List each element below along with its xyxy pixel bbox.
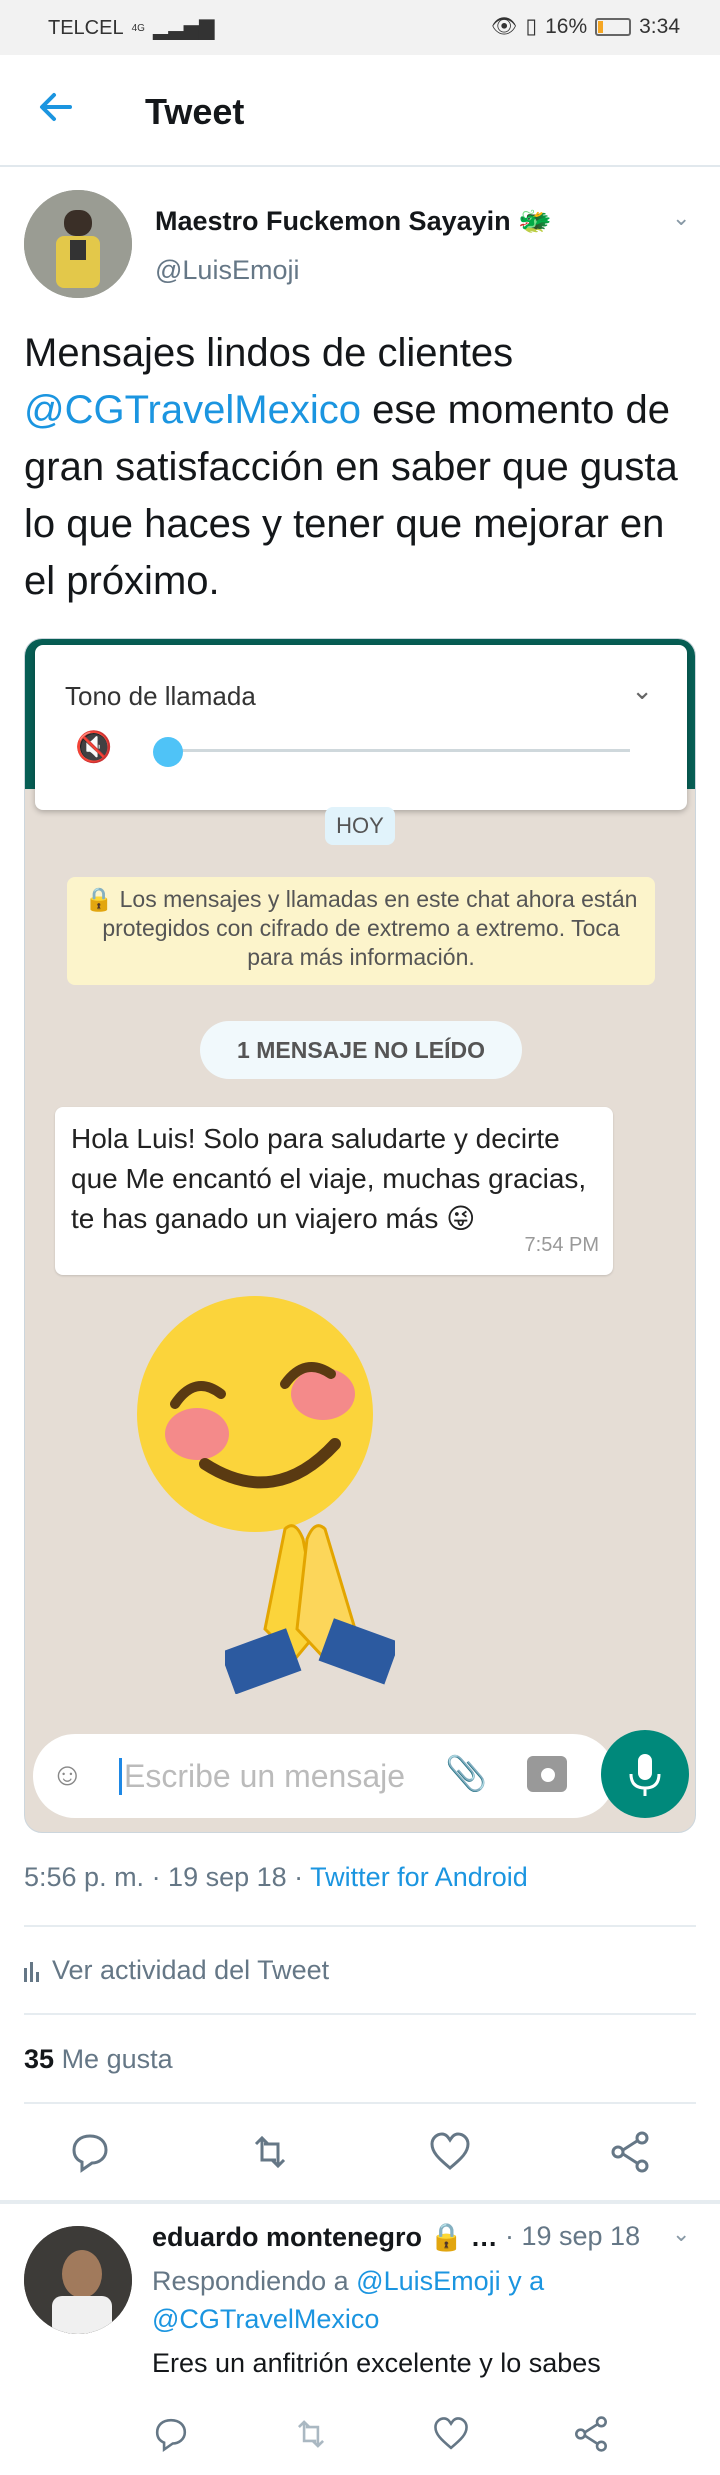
mic-button <box>601 1730 689 1818</box>
smiling-face-emoji-icon <box>137 1296 373 1532</box>
replying-prefix: Respondiendo a <box>152 2266 357 2296</box>
message-time: 7:54 PM <box>524 1234 599 1256</box>
message-input: Escribe un mensaje <box>119 1758 405 1795</box>
message-bubble: Hola Luis! Solo para saludarte y decirte… <box>55 1107 613 1275</box>
timestamp-text: 5:56 p. m. · 19 sep 18 · <box>24 1862 311 1892</box>
reply-author-name[interactable]: eduardo montenegro 🔒 … <box>152 2221 498 2253</box>
status-bar: TELCEL 4G ▂▃▅▇ 👁 ▯ 16% 3:34 <box>0 0 720 55</box>
app-header: Tweet <box>0 55 720 167</box>
ringtone-panel: Tono de llamada ⌄ 🔇 <box>35 645 687 810</box>
carrier-label: TELCEL <box>48 17 124 39</box>
section-divider <box>0 2200 720 2204</box>
signal-icon: ▂▃▅▇ <box>152 18 215 40</box>
author-handle[interactable]: @LuisEmoji <box>155 255 299 286</box>
eye-icon: 👁 <box>490 14 518 38</box>
ringtone-label: Tono de llamada <box>65 681 256 711</box>
share-icon[interactable] <box>572 2415 610 2453</box>
praying-hands-emoji-icon <box>225 1524 395 1694</box>
tweet-timestamp: 5:56 p. m. · 19 sep 18 · Twitter for And… <box>24 1862 528 1893</box>
retweet-icon[interactable] <box>248 2130 292 2174</box>
likes-count[interactable]: 35 Me gusta <box>24 2044 173 2075</box>
like-heart-icon[interactable] <box>432 2415 470 2453</box>
network-type: 4G <box>131 22 145 34</box>
likes-label: Me gusta <box>61 2044 173 2074</box>
like-heart-icon[interactable] <box>428 2130 472 2174</box>
reply-icon[interactable] <box>152 2415 190 2453</box>
chevron-down-icon[interactable]: ⌄ <box>672 2221 690 2247</box>
battery-icon <box>595 17 632 36</box>
encryption-notice: 🔒 Los mensajes y llamadas en este chat a… <box>67 877 655 985</box>
divider <box>24 2102 696 2104</box>
chevron-down-icon[interactable]: ⌄ <box>672 205 690 231</box>
divider <box>24 2013 696 2015</box>
page-title: Tweet <box>145 91 245 132</box>
unread-badge: 1 MENSAJE NO LEÍDO <box>200 1021 522 1079</box>
reply-text: Eres un anfitrión excelente y lo sabes <box>152 2348 601 2378</box>
volume-track <box>160 749 630 752</box>
battery-percent: 16% <box>545 14 588 38</box>
microphone-icon <box>629 1754 661 1796</box>
reply-icon[interactable] <box>68 2130 112 2174</box>
likes-number: 35 <box>24 2044 55 2074</box>
camera-icon <box>527 1756 567 1792</box>
back-arrow-icon[interactable] <box>34 85 78 129</box>
attachment-icon: 📎 <box>445 1755 488 1793</box>
reply-author-avatar[interactable] <box>24 2226 132 2334</box>
activity-label: Ver actividad del Tweet <box>52 1955 330 1985</box>
message-composer[interactable]: ☺ Escribe un mensaje 📎 <box>33 1734 615 1818</box>
volume-knob <box>153 737 183 767</box>
source-link[interactable]: Twitter for Android <box>310 1862 528 1892</box>
replying-to: Respondiendo a @LuisEmoji y a @CGTravelM… <box>152 2262 672 2338</box>
emoji-icon: ☺ <box>51 1756 84 1792</box>
clock: 3:34 <box>639 14 680 38</box>
vibrate-icon: ▯ <box>525 15 538 38</box>
tweet-media-image[interactable]: Tono de llamada ⌄ 🔇 HOY 🔒 Los mensajes y… <box>24 638 696 1833</box>
retweet-icon[interactable] <box>292 2415 330 2453</box>
speaker-mute-icon: 🔇 <box>75 731 113 764</box>
tweet-text: Mensajes lindos de clientes @CGTravelMex… <box>24 325 704 610</box>
author-name[interactable]: Maestro Fuckemon Sayayin 🐲 <box>155 205 552 237</box>
divider <box>24 1925 696 1927</box>
date-chip: HOY <box>325 807 395 845</box>
chevron-down-icon: ⌄ <box>631 675 653 705</box>
reply-date: · 19 sep 18 <box>505 2221 641 2251</box>
bar-chart-icon <box>24 1961 39 1982</box>
tweet-activity-link[interactable]: Ver actividad del Tweet <box>24 1955 329 1986</box>
mention-link[interactable]: @CGTravelMexico <box>24 388 361 432</box>
share-icon[interactable] <box>608 2130 652 2174</box>
author-avatar[interactable] <box>24 190 132 298</box>
tweet-text-part: Mensajes lindos de clientes <box>24 331 514 375</box>
message-text: Hola Luis! Solo para saludarte y decirte… <box>71 1123 587 1234</box>
